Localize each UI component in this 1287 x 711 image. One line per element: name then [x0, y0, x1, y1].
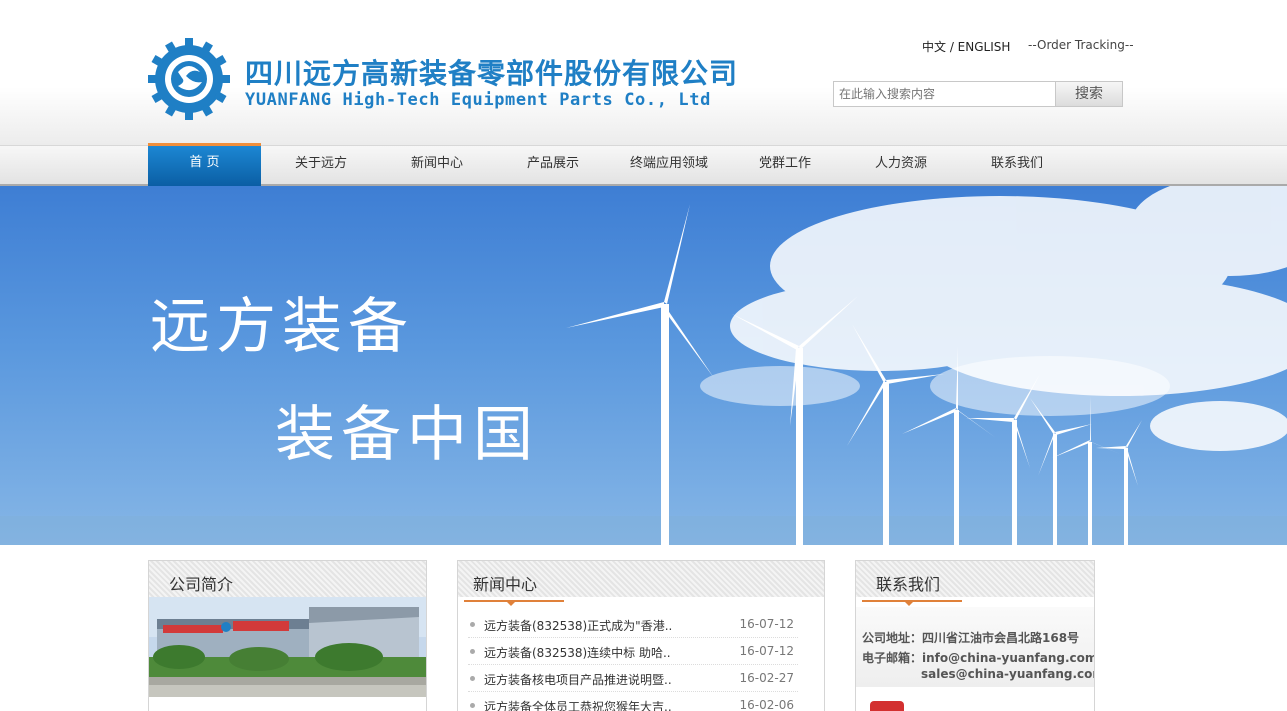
news-item-date: 16-02-06: [739, 698, 794, 711]
panel-header: 新闻中心: [458, 561, 824, 597]
contact-address: 公司地址：四川省江油市会昌北路168号: [862, 631, 1080, 645]
gear-logo-icon[interactable]: [148, 38, 230, 120]
news-item[interactable]: 远方装备(832538)正式成为"香港.. 16-07-12: [468, 611, 798, 638]
contact-info: 公司地址：四川省江油市会昌北路168号 电子邮箱：info@china-yuan…: [856, 607, 1094, 687]
panel-header: 联系我们: [856, 561, 1094, 597]
news-item[interactable]: 远方装备核电项目产品推进说明暨.. 16-02-27: [468, 665, 798, 692]
news-item-title[interactable]: 远方装备全体员工恭祝您猴年大吉..: [484, 698, 672, 711]
bullet-icon: [470, 649, 475, 654]
news-item-title[interactable]: 远方装备(832538)连续中标 助哈..: [484, 644, 671, 661]
wind-turbine-illustration: [0, 186, 1287, 545]
banner-slogan-line1: 远方装备: [150, 292, 414, 362]
panel-title[interactable]: 新闻中心: [473, 571, 537, 595]
order-tracking-link[interactable]: --Order Tracking--: [1028, 38, 1134, 52]
contact-email[interactable]: 电子邮箱：info@china-yuanfang.com: [862, 649, 1094, 666]
news-panel: 新闻中心 远方装备(832538)正式成为"香港.. 16-07-12 远方装备…: [457, 560, 825, 711]
company-intro-panel: 公司简介: [148, 560, 427, 711]
site-header: 四川远方高新装备零部件股份有限公司 YUANFANG High-Tech Equ…: [0, 0, 1287, 145]
nav-item-about[interactable]: 关于远方: [263, 146, 379, 186]
contact-email-sales[interactable]: sales@china-yuanfang.com: [921, 667, 1094, 681]
search-button[interactable]: 搜索: [1055, 81, 1123, 107]
contact-panel: 联系我们 公司地址：四川省江油市会昌北路168号 电子邮箱：info@china…: [855, 560, 1095, 711]
factory-photo[interactable]: [149, 597, 427, 697]
nav-item-hr[interactable]: 人力资源: [843, 146, 959, 186]
title-arrow-icon: [506, 601, 516, 606]
news-item[interactable]: 远方装备(832538)连续中标 助哈.. 16-07-12: [468, 638, 798, 665]
panel-title[interactable]: 联系我们: [876, 571, 940, 595]
bullet-icon: [470, 703, 475, 708]
nav-item-party-work[interactable]: 党群工作: [727, 146, 843, 186]
news-list: 远方装备(832538)正式成为"香港.. 16-07-12 远方装备(8325…: [468, 611, 798, 711]
main-nav: 首 页 关于远方 新闻中心 产品展示 终端应用领域 党群工作 人力资源 联系我们: [0, 143, 1287, 186]
bullet-icon: [470, 622, 475, 627]
company-name-cn[interactable]: 四川远方高新装备零部件股份有限公司: [245, 52, 738, 92]
news-item-title[interactable]: 远方装备核电项目产品推进说明暨..: [484, 671, 672, 688]
news-item[interactable]: 远方装备全体员工恭祝您猴年大吉.. 16-02-06: [468, 692, 798, 711]
nav-item-home[interactable]: 首 页: [148, 143, 261, 186]
language-switch[interactable]: 中文 / ENGLISH: [922, 38, 1010, 55]
news-item-title[interactable]: 远方装备(832538)正式成为"香港..: [484, 617, 672, 634]
news-item-date: 16-07-12: [739, 617, 794, 631]
nav-item-news[interactable]: 新闻中心: [379, 146, 495, 186]
bullet-icon: [470, 676, 475, 681]
panel-title[interactable]: 公司简介: [169, 571, 233, 595]
banner-slogan-line2: 装备中国: [275, 400, 539, 470]
title-arrow-icon: [904, 601, 914, 606]
company-name-en[interactable]: YUANFANG High-Tech Equipment Parts Co., …: [245, 90, 711, 110]
nav-item-contact[interactable]: 联系我们: [959, 146, 1075, 186]
news-item-date: 16-02-27: [739, 671, 794, 685]
hero-banner[interactable]: 远方装备 装备中国: [0, 186, 1287, 545]
search-input[interactable]: [833, 81, 1056, 107]
red-badge-icon: [870, 701, 904, 711]
news-item-date: 16-07-12: [739, 644, 794, 658]
panel-header: 公司简介: [149, 561, 426, 597]
nav-item-products[interactable]: 产品展示: [495, 146, 611, 186]
nav-item-applications[interactable]: 终端应用领域: [611, 146, 727, 186]
